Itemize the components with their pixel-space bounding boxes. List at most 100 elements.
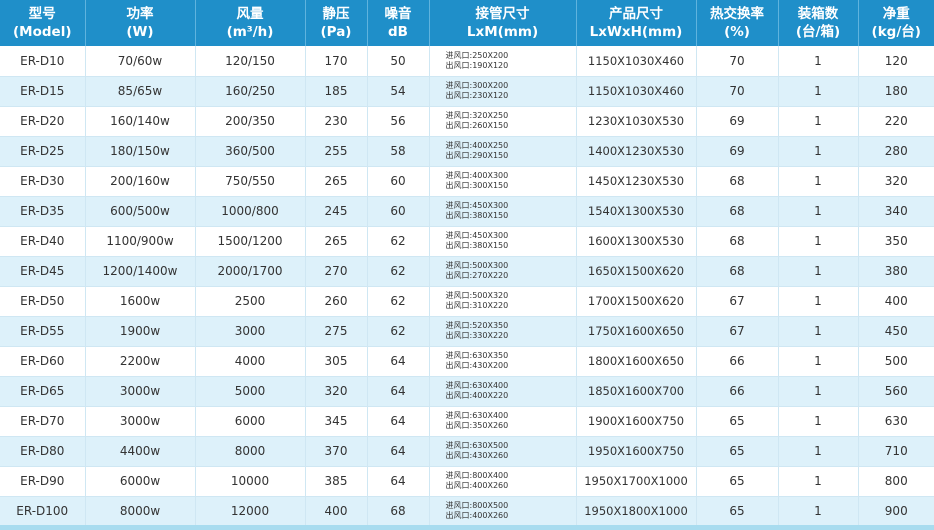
efficiency-cell: 68 <box>695 196 778 227</box>
noise-cell: 50 <box>366 46 429 77</box>
airflow-cell: 8000 <box>194 436 305 467</box>
model-cell: ER-D45 <box>0 256 85 287</box>
airflow-cell: 2500 <box>194 286 305 317</box>
column-header-unit: (Model) <box>13 24 72 40</box>
efficiency-cell: 66 <box>695 346 778 377</box>
model-cell: ER-D10 <box>0 46 85 77</box>
table-row: ER-D100 8000w 12000 400 68 进风口:800X500 出风口:400… <box>0 496 934 527</box>
power-cell: 8000w <box>84 496 195 527</box>
column-header: 装箱数 (台/箱) <box>777 0 858 46</box>
power-cell: 160/140w <box>84 106 195 137</box>
power-cell: 180/150w <box>84 136 195 167</box>
size-cell: 1700X1500X620 <box>575 286 696 317</box>
pressure-cell: 305 <box>304 346 367 377</box>
outlet-size: 出风口:430X260 <box>445 451 509 460</box>
model-cell: ER-D15 <box>0 76 85 107</box>
model-cell: ER-D50 <box>0 286 85 317</box>
table-row: ER-D20 160/140w 200/350 230 56 进风口:320X250 出风口… <box>0 106 934 137</box>
pressure-cell: 270 <box>304 256 367 287</box>
inlet-size: 进风口:630X400 <box>445 381 509 390</box>
pack-cell: 1 <box>777 106 858 137</box>
header-row: 型号 (Model) 功率 (W) 风量 (m³/h) 静压 (Pa) 噪音 dB 接管尺寸 LxM(… <box>0 0 934 46</box>
noise-cell: 62 <box>366 316 429 347</box>
noise-cell: 64 <box>366 436 429 467</box>
pack-cell: 1 <box>777 286 858 317</box>
inlet-size: 进风口:450X300 <box>445 201 509 210</box>
airflow-cell: 120/150 <box>194 46 305 77</box>
inlet-size: 进风口:300X200 <box>445 81 509 90</box>
size-cell: 1900X1600X750 <box>575 406 696 437</box>
duct-size-cell: 进风口:630X400 出风口:400X220 <box>428 376 576 407</box>
duct-size-cell: 进风口:450X300 出风口:380X150 <box>428 196 576 227</box>
efficiency-cell: 65 <box>695 466 778 497</box>
airflow-cell: 10000 <box>194 466 305 497</box>
inlet-size: 进风口:400X300 <box>445 171 509 180</box>
airflow-cell: 160/250 <box>194 76 305 107</box>
column-header-title: 型号 <box>28 6 56 22</box>
column-header: 风量 (m³/h) <box>194 0 305 46</box>
column-header-title: 装箱数 <box>797 6 839 22</box>
airflow-cell: 2000/1700 <box>194 256 305 287</box>
pack-cell: 1 <box>777 496 858 527</box>
column-header: 接管尺寸 LxM(mm) <box>428 0 576 46</box>
column-header-unit: (W) <box>126 24 154 40</box>
inlet-size: 进风口:800X500 <box>445 501 509 510</box>
pack-cell: 1 <box>777 346 858 377</box>
table-body: ER-D10 70/60w 120/150 170 50 进风口:250X200 出风口:1… <box>0 46 934 527</box>
efficiency-cell: 68 <box>695 256 778 287</box>
pressure-cell: 275 <box>304 316 367 347</box>
efficiency-cell: 69 <box>695 106 778 137</box>
duct-size-cell: 进风口:800X500 出风口:400X260 <box>428 496 576 527</box>
airflow-cell: 1500/1200 <box>194 226 305 257</box>
size-cell: 1150X1030X460 <box>575 46 696 77</box>
model-cell: ER-D65 <box>0 376 85 407</box>
model-cell: ER-D35 <box>0 196 85 227</box>
duct-size-cell: 进风口:400X250 出风口:290X150 <box>428 136 576 167</box>
efficiency-cell: 68 <box>695 226 778 257</box>
table-row: ER-D35 600/500w 1000/800 245 60 进风口:450X300 出风… <box>0 196 934 227</box>
column-header-title: 净重 <box>882 6 910 22</box>
column-header-unit: (Pa) <box>320 24 352 40</box>
pressure-cell: 345 <box>304 406 367 437</box>
outlet-size: 出风口:330X220 <box>445 331 509 340</box>
inlet-size: 进风口:800X400 <box>445 471 509 480</box>
outlet-size: 出风口:400X260 <box>445 481 509 490</box>
power-cell: 1900w <box>84 316 195 347</box>
power-cell: 1100/900w <box>84 226 195 257</box>
column-header-title: 产品尺寸 <box>609 6 663 22</box>
weight-cell: 400 <box>857 286 934 317</box>
noise-cell: 62 <box>366 286 429 317</box>
duct-size-cell: 进风口:520X350 出风口:330X220 <box>428 316 576 347</box>
weight-cell: 120 <box>857 46 934 77</box>
power-cell: 200/160w <box>84 166 195 197</box>
bottom-accent-bar <box>0 525 934 530</box>
model-cell: ER-D60 <box>0 346 85 377</box>
outlet-size: 出风口:290X150 <box>445 151 509 160</box>
efficiency-cell: 65 <box>695 406 778 437</box>
power-cell: 6000w <box>84 466 195 497</box>
size-cell: 1950X1800X1000 <box>575 496 696 527</box>
weight-cell: 380 <box>857 256 934 287</box>
column-header-unit: (台/箱) <box>795 24 841 40</box>
model-cell: ER-D20 <box>0 106 85 137</box>
table-row: ER-D30 200/160w 750/550 265 60 进风口:400X300 出风口… <box>0 166 934 197</box>
noise-cell: 62 <box>366 256 429 287</box>
pack-cell: 1 <box>777 46 858 77</box>
column-header: 功率 (W) <box>84 0 195 46</box>
model-cell: ER-D90 <box>0 466 85 497</box>
inlet-size: 进风口:630X350 <box>445 351 509 360</box>
inlet-size: 进风口:400X250 <box>445 141 509 150</box>
pack-cell: 1 <box>777 136 858 167</box>
duct-size-cell: 进风口:450X300 出风口:380X150 <box>428 226 576 257</box>
power-cell: 3000w <box>84 376 195 407</box>
duct-size-cell: 进风口:320X250 出风口:260X150 <box>428 106 576 137</box>
noise-cell: 60 <box>366 196 429 227</box>
outlet-size: 出风口:380X150 <box>445 241 509 250</box>
noise-cell: 68 <box>366 496 429 527</box>
table-header: 型号 (Model) 功率 (W) 风量 (m³/h) 静压 (Pa) 噪音 dB 接管尺寸 LxM(… <box>0 0 934 46</box>
column-header-title: 热交换率 <box>710 6 764 22</box>
column-header-title: 风量 <box>236 6 264 22</box>
size-cell: 1400X1230X530 <box>575 136 696 167</box>
table-row: ER-D10 70/60w 120/150 170 50 进风口:250X200 出风口:1… <box>0 46 934 77</box>
pressure-cell: 170 <box>304 46 367 77</box>
